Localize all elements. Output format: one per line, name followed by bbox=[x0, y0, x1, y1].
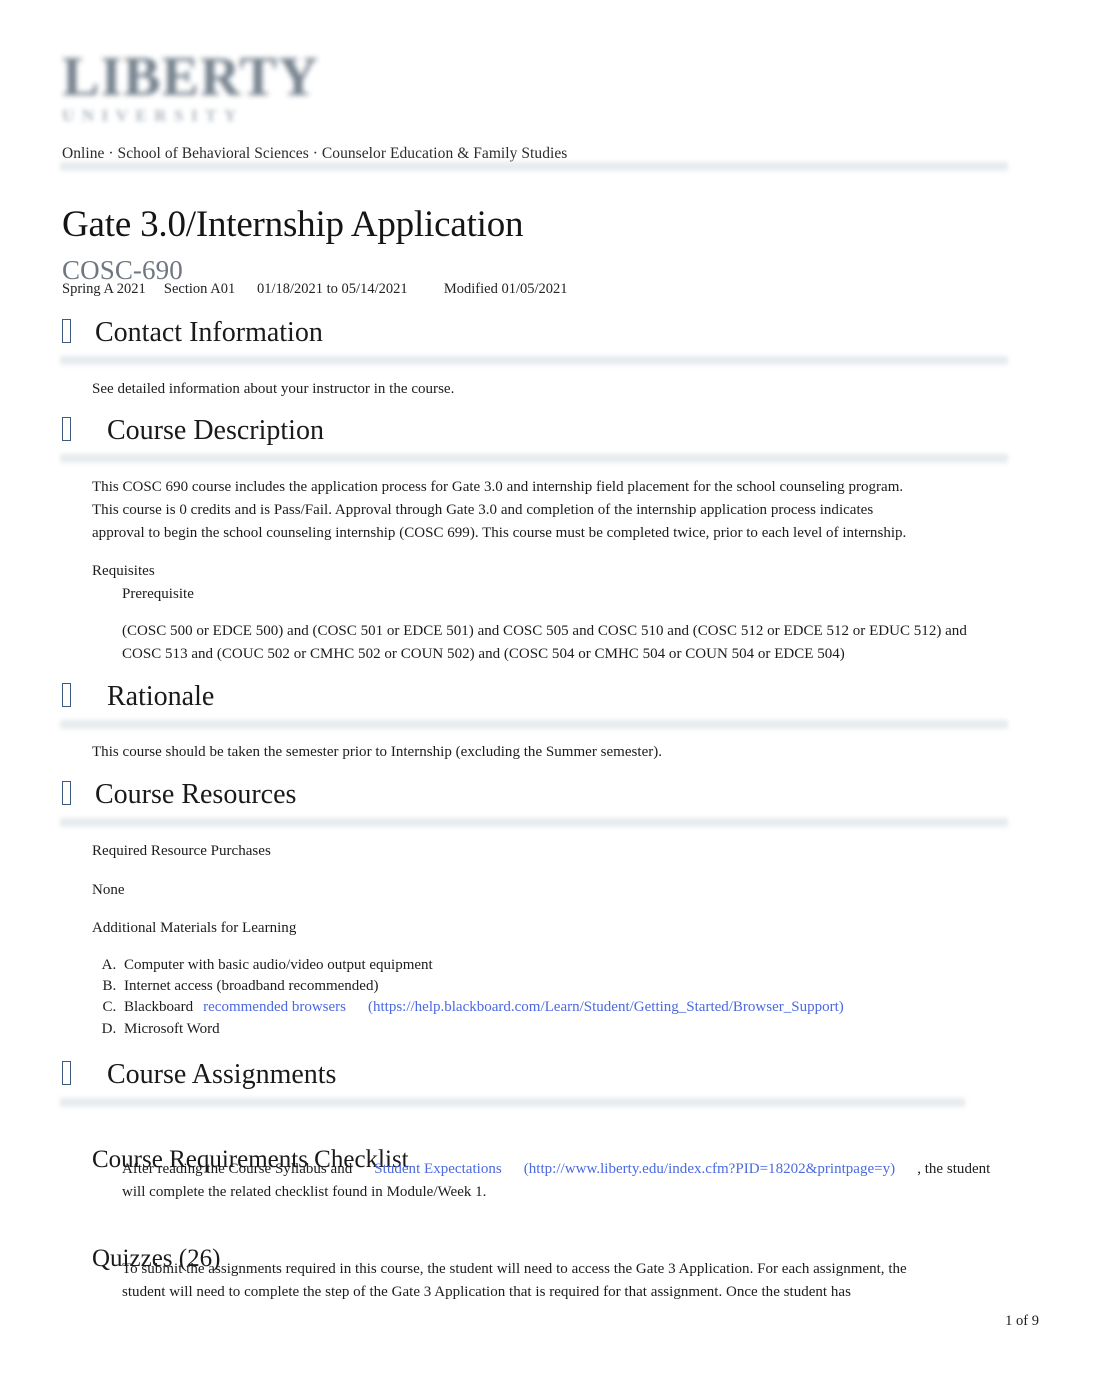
course-description-paragraph: This COSC 690 course includes the applic… bbox=[92, 476, 924, 546]
section-bullet-icon bbox=[62, 781, 71, 805]
course-requirements-checklist-body: After reading the Course Syllabus and Stu… bbox=[122, 1158, 992, 1204]
additional-materials-text: Additional Materials for Learning bbox=[92, 920, 297, 936]
required-resource-purchases-value: None bbox=[92, 879, 125, 902]
section-heading-course-resources: Course Resources bbox=[62, 778, 296, 812]
required-resource-purchases-label: Required Resource Purchases bbox=[92, 840, 271, 863]
list-item: Microsoft Word bbox=[120, 1019, 1000, 1040]
page-title: Gate 3.0/Internship Application bbox=[62, 203, 524, 245]
section-title-course-description: Course Description bbox=[107, 415, 324, 446]
recommended-browsers-url[interactable]: (https://help.blackboard.com/Learn/Stude… bbox=[368, 999, 844, 1015]
list-item: Blackboard recommended browsers (https://h… bbox=[120, 997, 1000, 1018]
divider-course-assignments bbox=[60, 1096, 965, 1109]
recommended-browsers-link[interactable]: recommended browsers bbox=[203, 999, 346, 1015]
list-item: Computer with basic audio/video output e… bbox=[120, 955, 1000, 976]
contact-information-body: See detailed information about your inst… bbox=[92, 378, 972, 401]
course-meta-line: Spring A 2021 Section A01 01/18/2021 to … bbox=[62, 281, 568, 297]
quizzes-body: To submit the assignments required in th… bbox=[122, 1258, 912, 1304]
section-bullet-icon bbox=[62, 683, 71, 707]
required-resource-value-text: None bbox=[92, 882, 125, 898]
divider-contact-information bbox=[60, 354, 1008, 367]
section-title-course-assignments: Course Assignments bbox=[107, 1059, 337, 1090]
section-title-course-resources: Course Resources bbox=[95, 779, 297, 810]
section-heading-rationale: Rationale bbox=[62, 680, 214, 714]
list-item: Internet access (broadband recommended) bbox=[120, 976, 1000, 997]
contact-information-text: See detailed information about your inst… bbox=[92, 381, 455, 397]
section-title-contact-information: Contact Information bbox=[95, 317, 323, 348]
list-item-label: Blackboard bbox=[124, 999, 194, 1016]
section-title-rationale: Rationale bbox=[107, 681, 215, 712]
rationale-body: This course should be taken the semester… bbox=[92, 741, 972, 764]
quizzes-text: To submit the assignments required in th… bbox=[122, 1261, 907, 1301]
syllabus-page: LIBERTY UNIVERSITY Online · School of Be… bbox=[0, 0, 1101, 1377]
prerequisite-text: (COSC 500 or EDCE 500) and (COSC 501 or … bbox=[122, 623, 967, 663]
list-item-label: Computer with basic audio/video output e… bbox=[124, 957, 433, 973]
prerequisite-list: (COSC 500 or EDCE 500) and (COSC 501 or … bbox=[122, 620, 972, 666]
section-heading-course-description: Course Description bbox=[62, 414, 324, 448]
liberty-university-logo: LIBERTY UNIVERSITY bbox=[62, 46, 324, 132]
required-resource-purchases-text: Required Resource Purchases bbox=[92, 843, 271, 859]
section-bullet-icon bbox=[62, 1061, 71, 1085]
checklist-paragraph: After reading the Course Syllabus and Stu… bbox=[122, 1158, 992, 1204]
prerequisite-label-text: Prerequisite bbox=[122, 586, 194, 602]
requisites-label-text: Requisites bbox=[92, 563, 155, 579]
student-expectations-url[interactable]: (http://www.liberty.edu/index.cfm?PID=18… bbox=[524, 1161, 895, 1177]
page-number: 1 of 9 bbox=[1005, 1313, 1039, 1329]
list-item-label: Microsoft Word bbox=[124, 1020, 220, 1037]
student-expectations-link[interactable]: Student Expectations bbox=[374, 1161, 501, 1177]
rationale-text: This course should be taken the semester… bbox=[92, 744, 663, 760]
additional-materials-label: Additional Materials for Learning bbox=[92, 917, 296, 940]
divider-course-resources bbox=[60, 816, 1008, 829]
checklist-text-before: After reading the Course Syllabus and bbox=[122, 1161, 353, 1177]
list-item-label: Internet access (broadband recommended) bbox=[124, 978, 379, 995]
requisites-label: Requisites bbox=[92, 560, 155, 583]
section-heading-course-assignments: Course Assignments bbox=[62, 1058, 336, 1092]
logo-subwordmark: UNIVERSITY bbox=[62, 106, 244, 125]
section-bullet-icon bbox=[62, 319, 71, 343]
divider-rationale bbox=[60, 718, 1008, 731]
prerequisite-label: Prerequisite bbox=[122, 583, 194, 606]
section-bullet-icon bbox=[62, 417, 71, 441]
logo-wordmark: LIBERTY bbox=[62, 46, 320, 108]
breadcrumb: Online · School of Behavioral Sciences ·… bbox=[62, 145, 568, 162]
section-heading-contact-information: Contact Information bbox=[62, 316, 323, 350]
course-description-text: This COSC 690 course includes the applic… bbox=[92, 479, 907, 542]
additional-materials-list: Computer with basic audio/video output e… bbox=[92, 955, 1000, 1040]
divider-course-description bbox=[60, 452, 1008, 465]
